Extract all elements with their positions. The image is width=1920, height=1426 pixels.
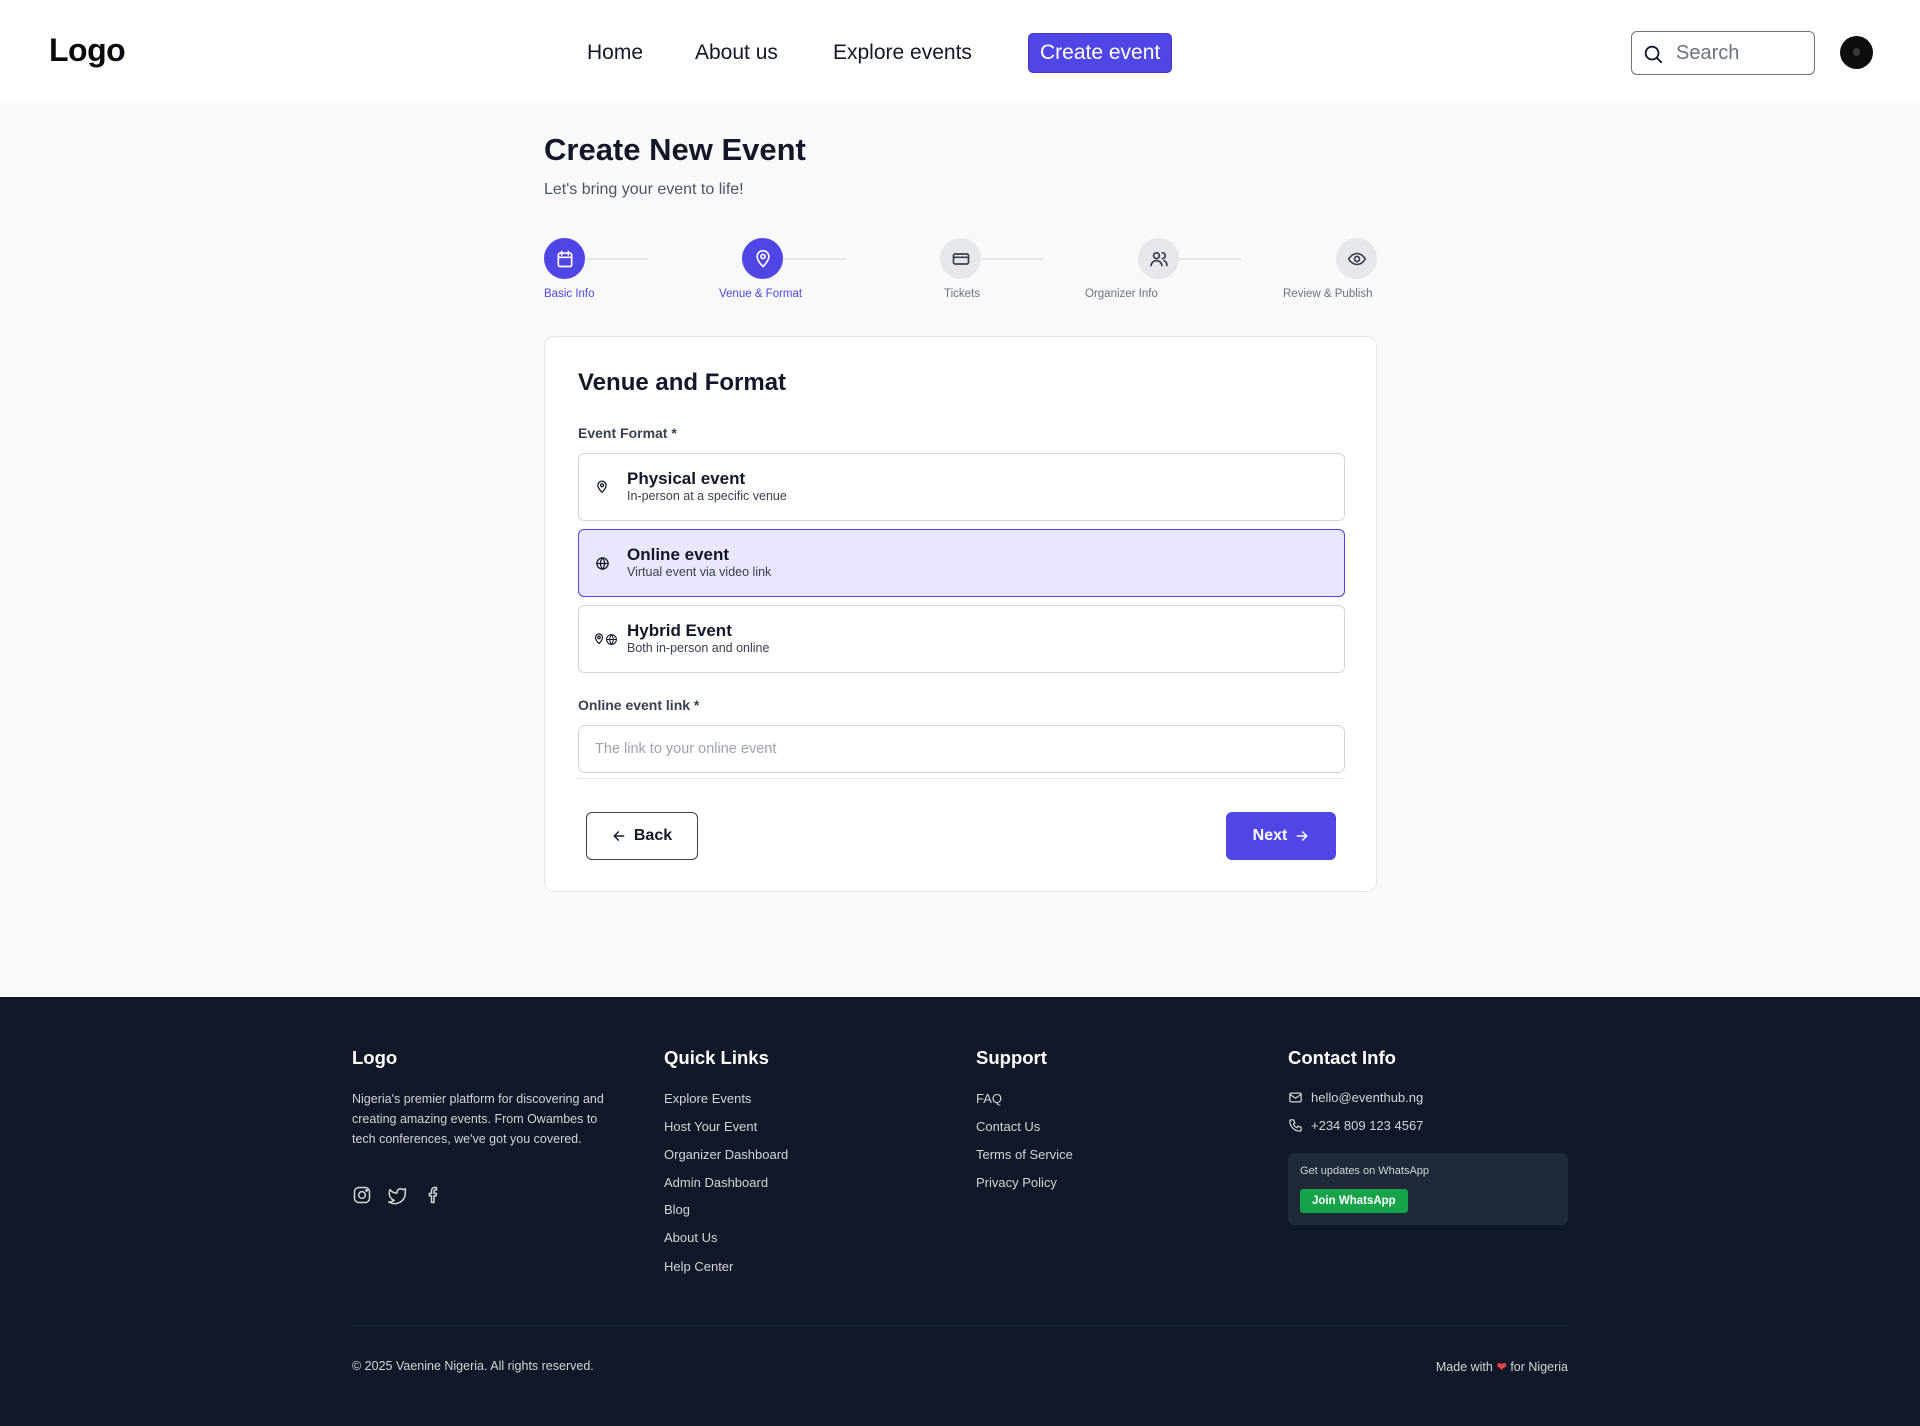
top-header: Logo Home About us Explore events Create… [0, 0, 1920, 103]
eye-icon [1347, 252, 1366, 265]
footer-link-terms[interactable]: Terms of Service [976, 1147, 1073, 1162]
site-logo[interactable]: Logo [49, 32, 126, 69]
join-whatsapp-button[interactable]: Join WhatsApp [1300, 1189, 1408, 1213]
step-review-publish[interactable] [1336, 238, 1377, 279]
footer-link-privacy[interactable]: Privacy Policy [976, 1175, 1057, 1190]
search-box[interactable] [1631, 31, 1815, 75]
heart-icon: ❤ [1496, 1360, 1507, 1374]
back-button[interactable]: Back [586, 812, 698, 860]
event-format-label: Event Format * [578, 425, 677, 441]
footer-link-organizer-dashboard[interactable]: Organizer Dashboard [664, 1147, 788, 1162]
footer-link-faq[interactable]: FAQ [976, 1091, 1002, 1106]
map-pin-icon [755, 249, 770, 267]
step-venue-format[interactable] [742, 238, 783, 279]
option-description: Virtual event via video link [627, 565, 772, 579]
site-footer: Logo Nigeria's premier platform for disc… [0, 997, 1920, 1426]
step-label-venue-format: Venue & Format [719, 288, 803, 300]
facebook-icon[interactable] [424, 1185, 444, 1205]
made-with-love: Made with ❤ for Nigeria [1436, 1359, 1568, 1374]
option-physical-event[interactable]: Physical event In-person at a specific v… [578, 453, 1345, 521]
phone-icon [1289, 1119, 1302, 1132]
step-connector [586, 258, 648, 260]
footer-link-blog[interactable]: Blog [664, 1202, 690, 1217]
made-prefix: Made with [1435, 1360, 1493, 1374]
twitter-icon[interactable] [387, 1185, 407, 1205]
nav-explore-events[interactable]: Explore events [833, 33, 972, 73]
map-pin-icon [595, 478, 625, 496]
option-online-event[interactable]: Online event Virtual event via video lin… [578, 529, 1345, 597]
create-event-button[interactable]: Create event [1028, 33, 1173, 73]
search-input[interactable] [1676, 40, 1806, 66]
footer-link-admin-dashboard[interactable]: Admin Dashboard [664, 1175, 768, 1190]
users-icon [1149, 251, 1168, 266]
search-icon [1644, 45, 1663, 64]
venue-format-card: Venue and Format Event Format * Physical… [544, 336, 1377, 892]
nav-home[interactable]: Home [587, 33, 643, 73]
footer-link-host-event[interactable]: Host Your Event [664, 1119, 757, 1134]
footer-description: Nigeria's premier platform for discoveri… [352, 1092, 604, 1146]
nav-about-us[interactable]: About us [695, 33, 778, 73]
step-connector [981, 258, 1043, 260]
next-button[interactable]: Next [1226, 812, 1336, 860]
option-hybrid-event[interactable]: Hybrid Event Both in-person and online [578, 605, 1345, 673]
arrow-right-icon [1296, 831, 1308, 841]
page-subtitle: Let's bring your event to life! [544, 181, 744, 198]
copyright: © 2025 Vaenine Nigeria. All rights reser… [352, 1359, 594, 1373]
step-label-review-publish: Review & Publish [1283, 288, 1373, 300]
footer-link-help-center[interactable]: Help Center [664, 1259, 733, 1274]
step-connector [1179, 258, 1241, 260]
footer-link-contact-us[interactable]: Contact Us [976, 1119, 1040, 1134]
ticket-icon [952, 252, 969, 265]
whatsapp-text: Get updates on WhatsApp [1300, 1165, 1430, 1177]
contact-info-title: Contact Info [1288, 1047, 1396, 1068]
instagram-icon[interactable] [352, 1185, 372, 1205]
step-tickets[interactable] [940, 238, 981, 279]
step-label-basic-info: Basic Info [544, 288, 595, 300]
footer-divider [352, 1325, 1568, 1326]
user-avatar[interactable] [1840, 36, 1873, 69]
step-connector [784, 258, 846, 260]
quick-links-title: Quick Links [664, 1047, 769, 1068]
step-label-organizer-info: Organizer Info [1085, 288, 1158, 300]
support-title: Support [976, 1047, 1047, 1068]
back-label: Back [633, 827, 673, 844]
option-title: Online event [627, 545, 730, 564]
calendar-icon [557, 250, 572, 267]
footer-link-about-us[interactable]: About Us [664, 1230, 717, 1245]
contact-email[interactable]: hello@eventhub.ng [1288, 1090, 1423, 1105]
email-text: hello@eventhub.ng [1311, 1090, 1424, 1105]
made-suffix: for Nigeria [1510, 1360, 1568, 1374]
step-label-tickets: Tickets [944, 288, 980, 300]
option-title: Physical event [627, 469, 746, 488]
mail-icon [1289, 1092, 1302, 1103]
online-link-label: Online event link * [578, 697, 700, 713]
step-organizer-info[interactable] [1138, 238, 1179, 279]
phone-text: +234 809 123 4567 [1311, 1118, 1424, 1133]
pin-globe-icon [593, 630, 623, 648]
page-title: Create New Event [544, 132, 806, 167]
step-basic-info[interactable] [544, 238, 585, 279]
option-description: In-person at a specific venue [627, 489, 787, 503]
online-event-link-input[interactable] [578, 725, 1345, 773]
option-title: Hybrid Event [627, 621, 732, 640]
next-label: Next [1252, 827, 1288, 844]
arrow-left-icon [613, 831, 625, 841]
footer-logo[interactable]: Logo [352, 1047, 397, 1069]
globe-icon [595, 554, 625, 572]
card-divider [578, 778, 1345, 779]
whatsapp-box: Get updates on WhatsApp Join WhatsApp [1288, 1153, 1568, 1225]
section-title: Venue and Format [578, 369, 787, 396]
footer-link-explore-events[interactable]: Explore Events [664, 1091, 751, 1106]
option-description: Both in-person and online [627, 641, 770, 655]
contact-phone[interactable]: +234 809 123 4567 [1288, 1118, 1423, 1133]
